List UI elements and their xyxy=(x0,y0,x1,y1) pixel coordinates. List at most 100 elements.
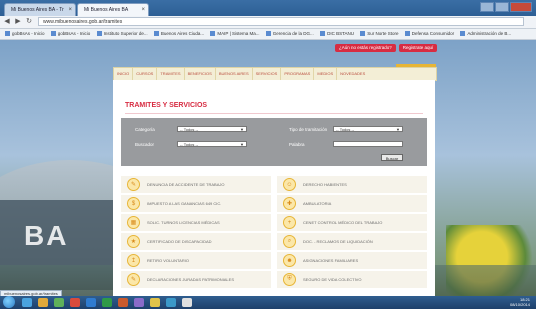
bookmark-item[interactable]: Sur Norte Store xyxy=(360,29,399,39)
service-item[interactable]: ⌕ DOC. - RECLAMOS DE LIQUIDACIÓN xyxy=(277,233,427,251)
bookmark-item[interactable]: gobBsAs - Inicio xyxy=(5,29,45,39)
close-tab-icon[interactable]: × xyxy=(141,4,145,16)
bookmark-item[interactable]: Administración de B... xyxy=(460,29,511,39)
nav-servicios[interactable]: SERVICIOS xyxy=(253,68,282,80)
bookmark-label: Gerencia de la DG... xyxy=(272,31,314,36)
word-icon[interactable] xyxy=(86,298,96,307)
nav-tramites[interactable]: TRAMITES xyxy=(157,68,185,80)
service-item[interactable]: ✎ DENUNCIA DE ACCIDENTE DE TRABAJO xyxy=(121,176,271,194)
chevron-down-icon: ▼ xyxy=(240,142,244,147)
start-button[interactable] xyxy=(3,296,15,308)
tipo-value: -- Todos -- xyxy=(336,127,355,132)
buscar-button[interactable]: Buscar xyxy=(381,154,403,161)
service-item[interactable]: ▦ SOLIC. TURNOS LICENCIAS MÉDICAS xyxy=(121,214,271,232)
calendar-icon: ▦ xyxy=(127,216,140,229)
bookmark-item[interactable]: Instituto Superior de... xyxy=(96,29,148,39)
chevron-down-icon: ▼ xyxy=(396,127,400,132)
bookmark-icon xyxy=(5,31,10,37)
document-icon: ✎ xyxy=(127,178,140,191)
excel-icon[interactable] xyxy=(102,298,112,307)
service-item[interactable]: ★ CERTIFICADO DE DISCAPACIDAD xyxy=(121,233,271,251)
bookmark-icon xyxy=(460,31,466,37)
minimize-button[interactable] xyxy=(480,2,494,12)
bookmark-icon xyxy=(50,31,56,37)
app-icon[interactable] xyxy=(134,298,144,307)
address-bar[interactable]: www.mibuenosaires.gob.ar/tramites xyxy=(38,17,524,26)
service-label: IMPUESTO A LAS GANANCIAS 649 CIC. xyxy=(147,201,222,206)
nav-cursos[interactable]: CURSOS xyxy=(133,68,158,80)
service-label: RETIRO VOLUNTARIO xyxy=(147,258,189,263)
service-label: SOLIC. TURNOS LICENCIAS MÉDICAS xyxy=(147,220,220,225)
bookmark-label: gobBsAs - Inicio xyxy=(57,31,91,36)
bookmark-item[interactable]: Defensa Consumidor xyxy=(404,29,454,39)
browser-tab-1[interactable]: Mi Buenos Aires BA - Tr × xyxy=(4,3,76,16)
bookmark-item[interactable]: gobBsAs - Inicio xyxy=(50,29,91,39)
app-icon[interactable] xyxy=(166,298,176,307)
categoria-select[interactable]: -- Todos -- ▼ xyxy=(177,126,247,132)
close-tab-icon[interactable]: × xyxy=(68,4,72,16)
categoria-label: Categoría xyxy=(135,127,155,132)
palabra-input[interactable] xyxy=(333,141,403,147)
service-item[interactable]: ✎ DECLARACIONES JURADAS PATRIMONIALES xyxy=(121,271,271,289)
bookmark-item[interactable]: Buenos Aires Ciuda... xyxy=(153,29,204,39)
ie-icon[interactable] xyxy=(22,298,32,307)
service-item[interactable]: $ IMPUESTO A LAS GANANCIAS 649 CIC. xyxy=(121,195,271,213)
search-filter-box: Categoría -- Todos -- ▼ Tipo de tramitaci… xyxy=(121,118,427,166)
exit-icon: ↥ xyxy=(127,254,140,267)
family-icon: ☻ xyxy=(283,254,296,267)
service-label: DENUNCIA DE ACCIDENTE DE TRABAJO xyxy=(147,182,225,187)
service-label: DECLARACIONES JURADAS PATRIMONIALES xyxy=(147,277,234,282)
nav-novedades[interactable]: NOVEDADES xyxy=(337,68,368,80)
service-label: DOC. - RECLAMOS DE LIQUIDACIÓN xyxy=(303,239,373,244)
service-item[interactable]: + CENET CONTROL MÉDICO DEL TRABAJO xyxy=(277,214,427,232)
search-icon: ⌕ xyxy=(283,235,296,248)
browser-tab-2[interactable]: Mi Buenos Aires BA × xyxy=(77,3,149,16)
tipo-select[interactable]: -- Todos -- ▼ xyxy=(333,126,403,132)
service-label: DERECHO HABIENTES xyxy=(303,182,347,187)
bookmark-label: Sur Norte Store xyxy=(367,31,399,36)
reload-icon[interactable]: ↻ xyxy=(24,17,34,27)
site-nav: INICIO CURSOS TRAMITES BENEFICIOS BUENOS… xyxy=(113,67,437,81)
window-controls xyxy=(479,2,532,12)
register-here-link[interactable]: Registrate aquí xyxy=(398,44,438,52)
tax-icon: $ xyxy=(127,197,140,210)
clock-date: 08/10/2014 xyxy=(509,301,530,307)
nav-programas[interactable]: PROGRAMAS xyxy=(281,68,315,80)
service-label: SEGURO DE VIDA COLECTIVO xyxy=(303,277,362,282)
service-item[interactable]: ☻ ASIGNACIONES FAMILIARES xyxy=(277,252,427,270)
nav-buenos-aires[interactable]: BUENOS AIRES xyxy=(216,68,253,80)
document-icon: ✎ xyxy=(127,273,140,286)
bookmark-icon xyxy=(96,31,102,37)
service-item[interactable]: ✚ AMBULATORIA xyxy=(277,195,427,213)
bookmark-item[interactable]: Gerencia de la DG... xyxy=(265,29,314,39)
header-links: ¿Aún no estás registrado? Registrate aqu… xyxy=(332,44,438,52)
service-item[interactable]: ☺ DERECHO HABIENTES xyxy=(277,176,427,194)
service-label: CERTIFICADO DE DISCAPACIDAD xyxy=(147,239,212,244)
service-label: ASIGNACIONES FAMILIARES xyxy=(303,258,359,263)
close-window-button[interactable] xyxy=(510,2,532,12)
powerpoint-icon[interactable] xyxy=(118,298,128,307)
forward-icon[interactable]: ▶ xyxy=(13,17,23,27)
buscador-select[interactable]: -- Todos -- ▼ xyxy=(177,141,247,147)
system-clock[interactable]: 18:21 08/10/2014 xyxy=(509,297,530,307)
maximize-button[interactable] xyxy=(495,2,509,12)
app-icon[interactable] xyxy=(150,298,160,307)
page-viewport: BA ¿Aún no estás registrado? Registrate … xyxy=(0,40,536,296)
tipo-label: Tipo de tramitación xyxy=(289,127,328,132)
folder-icon[interactable] xyxy=(38,298,48,307)
bookmark-item[interactable]: MAIP | Sistema Ma... xyxy=(210,29,260,39)
chrome-icon[interactable] xyxy=(70,298,80,307)
register-question-link[interactable]: ¿Aún no estás registrado? xyxy=(335,44,396,52)
nav-beneficios[interactable]: BENEFICIOS xyxy=(185,68,216,80)
media-icon[interactable] xyxy=(54,298,64,307)
title-divider xyxy=(125,113,423,114)
chrome-running-icon[interactable] xyxy=(182,298,192,307)
bookmarks-bar: gobBsAs - Inicio gobBsAs - Inicio Instit… xyxy=(0,29,536,40)
service-item[interactable]: ↥ RETIRO VOLUNTARIO xyxy=(121,252,271,270)
bookmark-item[interactable]: DIC BSTANU xyxy=(320,29,354,39)
bookmark-icon xyxy=(360,31,366,37)
nav-inicio[interactable]: INICIO xyxy=(114,68,134,80)
nav-medios[interactable]: MEDIOS xyxy=(314,68,338,80)
back-icon[interactable]: ◀ xyxy=(2,17,12,27)
service-item[interactable]: ⛨ SEGURO DE VIDA COLECTIVO xyxy=(277,271,427,289)
